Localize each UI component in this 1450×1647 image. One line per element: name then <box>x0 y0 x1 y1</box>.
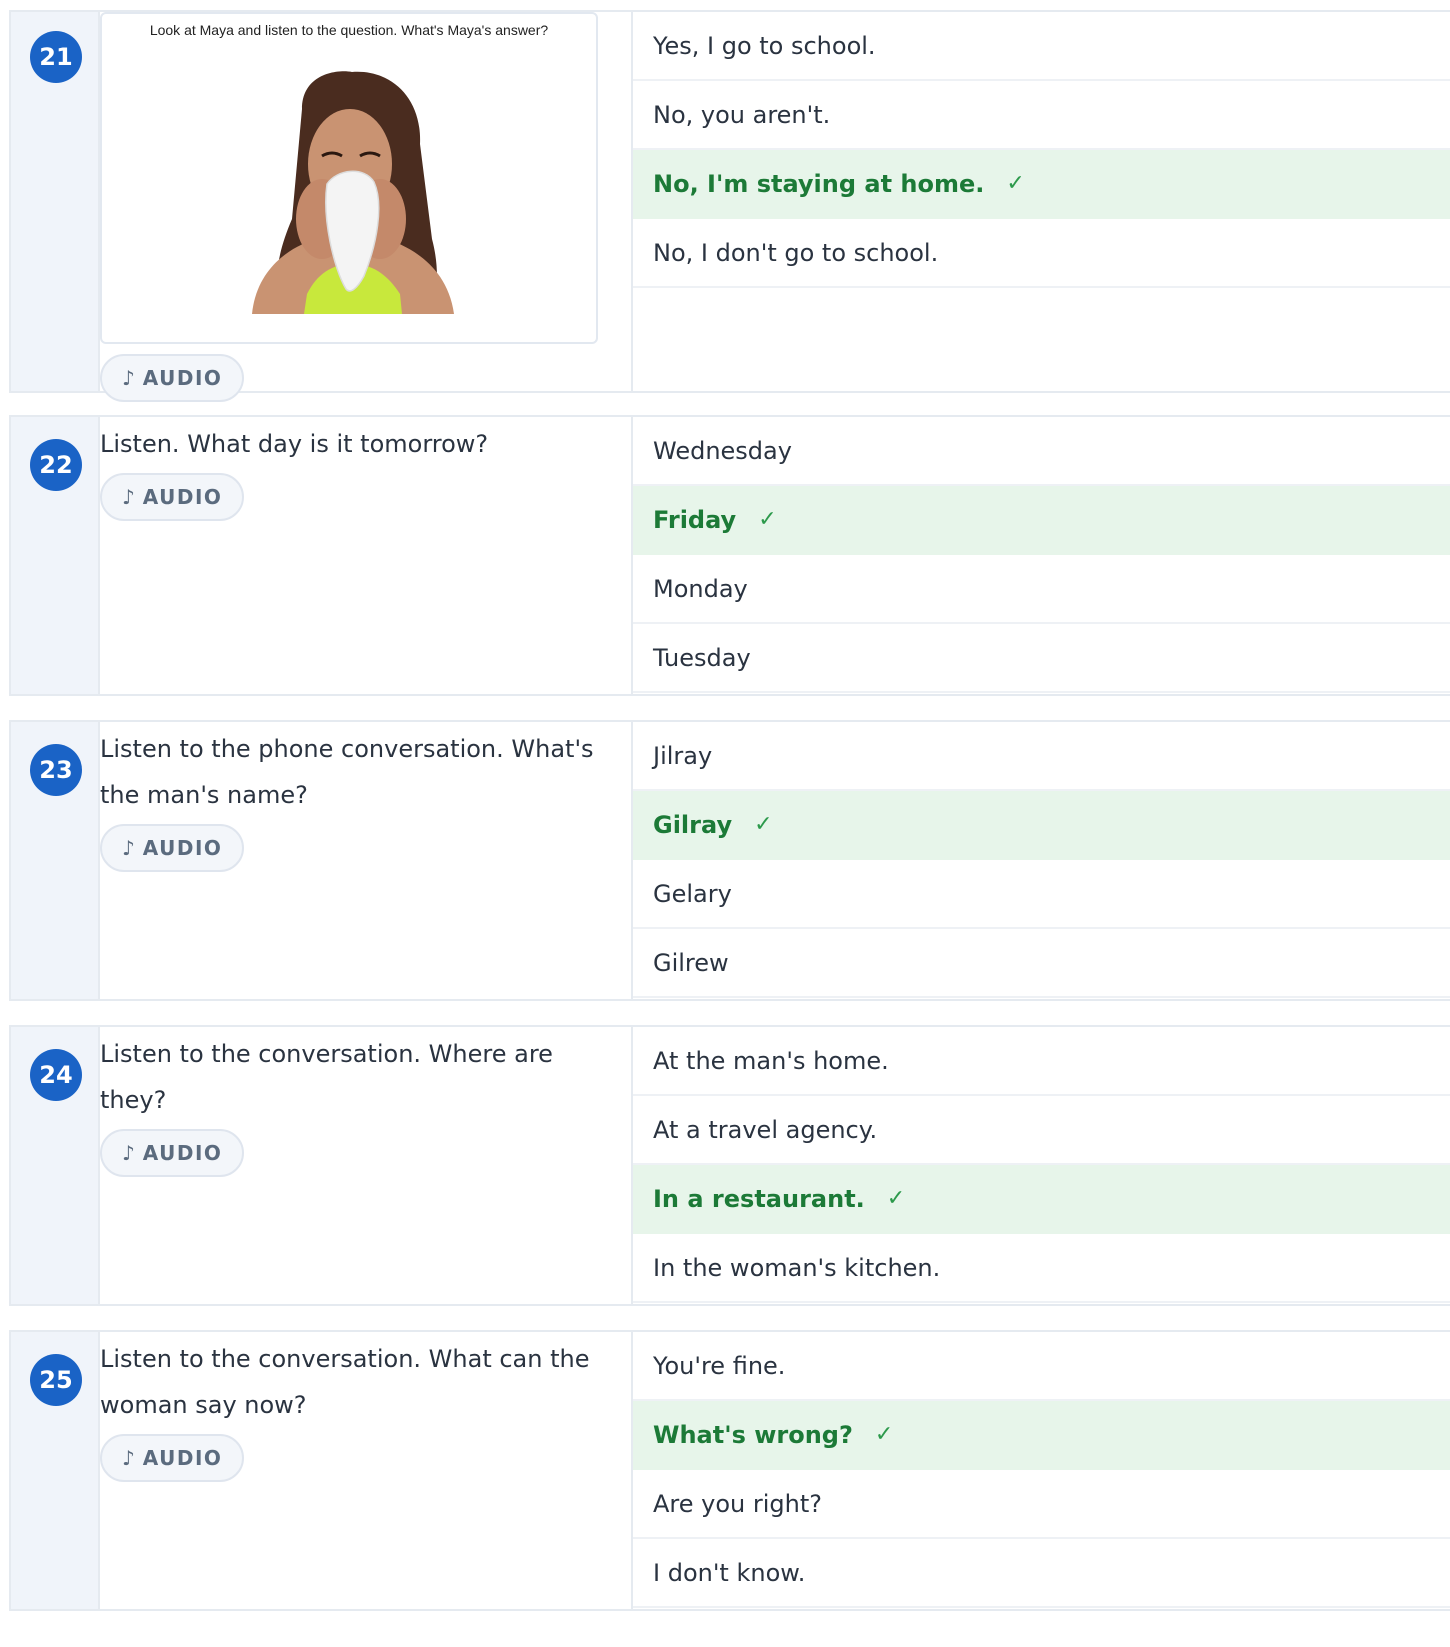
question-card-23: 23 Listen to the phone conversation. Wha… <box>9 720 1450 1001</box>
answer-text: Monday <box>653 574 748 603</box>
answer-text: Friday <box>653 505 737 534</box>
audio-button[interactable]: ♪ AUDIO <box>100 1129 245 1177</box>
music-note-icon: ♪ <box>122 366 135 390</box>
answer-list: At the man's home. At a travel agency. I… <box>633 1027 1450 1304</box>
answer-text: You're fine. <box>653 1351 786 1380</box>
music-note-icon: ♪ <box>122 1141 135 1165</box>
answer-option[interactable]: Jilray <box>633 722 1450 791</box>
question-card-25: 25 Listen to the conversation. What can … <box>9 1330 1450 1611</box>
question-number-badge: 23 <box>30 744 82 796</box>
answer-list: Yes, I go to school. No, you aren't. No,… <box>633 12 1450 391</box>
audio-button[interactable]: ♪ AUDIO <box>100 354 245 402</box>
question-number-badge: 25 <box>30 1354 82 1406</box>
question-figure: Look at Maya and listen to the question.… <box>100 12 598 344</box>
music-note-icon: ♪ <box>122 1446 135 1470</box>
answer-text: Gilray <box>653 810 733 839</box>
audio-button-label: AUDIO <box>142 1446 223 1470</box>
question-body: Listen to the conversation. What can the… <box>100 1332 633 1609</box>
answer-option-correct[interactable]: No, I'm staying at home. ✓ <box>633 150 1450 219</box>
check-icon: ✓ <box>1006 171 1025 196</box>
answer-list: Wednesday Friday ✓ Monday Tuesday <box>633 417 1450 694</box>
answer-option[interactable]: In the woman's kitchen. <box>633 1234 1450 1303</box>
question-body: Listen. What day is it tomorrow? ♪ AUDIO <box>100 417 633 694</box>
answer-text: Tuesday <box>653 643 751 672</box>
answer-text: In the woman's kitchen. <box>653 1253 941 1282</box>
answer-text: Gelary <box>653 879 732 908</box>
check-icon: ✓ <box>886 1186 906 1211</box>
answer-text: No, you aren't. <box>653 100 831 129</box>
question-number-badge: 22 <box>30 439 82 491</box>
question-prompt: Listen. What day is it tomorrow? <box>100 430 489 458</box>
audio-button[interactable]: ♪ AUDIO <box>100 473 245 521</box>
question-prompt: Listen to the conversation. What can the… <box>100 1345 590 1419</box>
audio-button-label: AUDIO <box>142 485 223 509</box>
audio-button[interactable]: ♪ AUDIO <box>100 1434 245 1482</box>
question-prompt: Listen to the phone conversation. What's… <box>100 735 594 809</box>
answer-option-correct[interactable]: What's wrong? ✓ <box>633 1401 1450 1470</box>
question-body: Look at Maya and listen to the question.… <box>100 12 633 402</box>
question-number-badge: 21 <box>30 31 82 83</box>
answer-list: Jilray Gilray ✓ Gelary Gilrew <box>633 722 1450 999</box>
check-icon: ✓ <box>758 507 777 532</box>
answer-text: Gilrew <box>653 948 729 977</box>
answer-text: In a restaurant. <box>653 1184 865 1213</box>
answer-option-correct[interactable]: In a restaurant. ✓ <box>633 1165 1450 1234</box>
answer-text: What's wrong? <box>653 1420 853 1449</box>
answer-option[interactable]: Yes, I go to school. <box>633 12 1450 81</box>
question-card-24: 24 Listen to the conversation. Where are… <box>9 1025 1450 1306</box>
answer-text: Jilray <box>653 741 713 770</box>
answer-option[interactable]: You're fine. <box>633 1332 1450 1401</box>
answer-option[interactable]: Are you right? <box>633 1470 1450 1539</box>
question-prompt: Listen to the conversation. Where are th… <box>100 1040 553 1114</box>
question-number-column: 24 <box>11 1027 100 1304</box>
question-card-22: 22 Listen. What day is it tomorrow? ♪ AU… <box>9 415 1450 696</box>
question-card-21: 21 Look at Maya and listen to the questi… <box>9 10 1450 402</box>
answer-text: At the man's home. <box>653 1046 889 1075</box>
answer-option[interactable]: At a travel agency. <box>633 1096 1450 1165</box>
answer-option[interactable]: I don't know. <box>633 1539 1450 1608</box>
answer-text: Are you right? <box>653 1489 823 1518</box>
answer-text: Wednesday <box>653 436 792 465</box>
answer-text: I don't know. <box>653 1558 806 1587</box>
answer-text: No, I'm staying at home. <box>653 169 985 198</box>
audio-button[interactable]: ♪ AUDIO <box>100 824 245 872</box>
answer-text: Yes, I go to school. <box>653 31 876 60</box>
answer-option-correct[interactable]: Gilray ✓ <box>633 791 1450 860</box>
answer-option[interactable]: Gilrew <box>633 929 1450 998</box>
question-number-badge: 24 <box>30 1049 82 1101</box>
question-number-column: 23 <box>11 722 100 999</box>
audio-button-label: AUDIO <box>142 1141 223 1165</box>
figure-caption: Look at Maya and listen to the question.… <box>149 22 549 38</box>
answer-option[interactable]: Tuesday <box>633 624 1450 693</box>
answer-option-correct[interactable]: Friday ✓ <box>633 486 1450 555</box>
answer-option[interactable]: At the man's home. <box>633 1027 1450 1096</box>
audio-button-label: AUDIO <box>142 366 223 390</box>
answer-option[interactable]: Monday <box>633 555 1450 624</box>
answer-option[interactable]: No, I don't go to school. <box>633 219 1450 288</box>
music-note-icon: ♪ <box>122 485 135 509</box>
question-number-column: 22 <box>11 417 100 694</box>
question-body: Listen to the conversation. Where are th… <box>100 1027 633 1304</box>
answer-option[interactable]: Gelary <box>633 860 1450 929</box>
answer-option[interactable]: No, you aren't. <box>633 81 1450 150</box>
question-number-column: 21 <box>11 12 100 391</box>
answer-list: You're fine. What's wrong? ✓ Are you righ… <box>633 1332 1450 1609</box>
question-number-column: 25 <box>11 1332 100 1609</box>
answer-option[interactable]: Wednesday <box>633 417 1450 486</box>
question-body: Listen to the phone conversation. What's… <box>100 722 633 999</box>
check-icon: ✓ <box>874 1422 894 1447</box>
audio-button-label: AUDIO <box>142 836 223 860</box>
woman-sneezing-photo <box>252 71 454 314</box>
answer-text: No, I don't go to school. <box>653 238 939 267</box>
answer-text: At a travel agency. <box>653 1115 878 1144</box>
music-note-icon: ♪ <box>122 836 135 860</box>
check-icon: ✓ <box>754 812 773 837</box>
quiz-page: 21 Look at Maya and listen to the questi… <box>0 0 1450 1647</box>
